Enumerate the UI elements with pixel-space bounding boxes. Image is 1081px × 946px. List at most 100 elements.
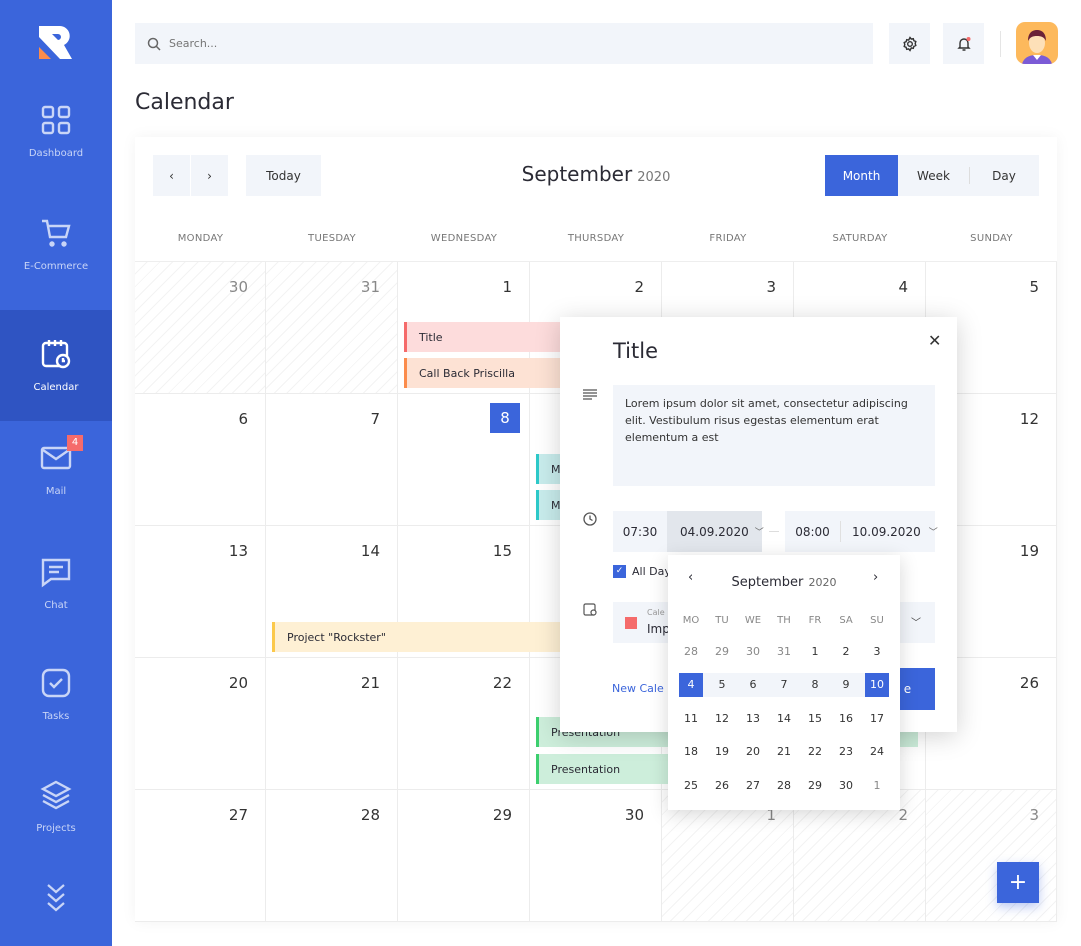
day-cell[interactable]: 31 bbox=[266, 262, 398, 394]
event[interactable]: Project "Rockster" bbox=[272, 622, 562, 652]
clock-icon bbox=[583, 512, 597, 526]
dp-day[interactable]: 27 bbox=[741, 773, 765, 797]
chevron-left-icon: ‹ bbox=[169, 168, 174, 183]
dp-day[interactable]: 28 bbox=[772, 773, 796, 797]
dp-day[interactable]: 29 bbox=[710, 639, 734, 663]
day-header: WEDNESDAY bbox=[398, 215, 530, 262]
day-cell[interactable]: 13 bbox=[135, 526, 266, 658]
day-header: SATURDAY bbox=[794, 215, 926, 262]
day-number: 5 bbox=[1029, 278, 1039, 296]
dp-day[interactable]: 15 bbox=[803, 706, 827, 730]
start-time-input[interactable]: 07:30 bbox=[613, 511, 667, 552]
calendar-icon bbox=[41, 340, 71, 369]
dp-day[interactable]: 18 bbox=[679, 740, 703, 764]
dp-day[interactable]: 24 bbox=[865, 740, 889, 764]
day-cell[interactable]: 21 bbox=[266, 658, 398, 790]
day-number: 27 bbox=[228, 806, 248, 824]
day-number: 12 bbox=[1019, 410, 1039, 428]
dp-day[interactable]: 8 bbox=[803, 673, 827, 697]
sidebar-item-mail[interactable]: 4 Mail bbox=[0, 413, 112, 525]
view-week-button[interactable]: Week bbox=[898, 155, 969, 196]
dp-day[interactable]: 1 bbox=[865, 773, 889, 797]
dp-day[interactable]: 20 bbox=[741, 740, 765, 764]
dp-day[interactable]: 30 bbox=[834, 773, 858, 797]
dp-day[interactable]: 5 bbox=[710, 673, 734, 697]
search-input[interactable] bbox=[169, 37, 769, 50]
event[interactable]: Presentation bbox=[536, 754, 676, 784]
dp-day[interactable]: 14 bbox=[772, 706, 796, 730]
day-cell[interactable]: 8 bbox=[398, 394, 530, 526]
dp-day[interactable]: 6 bbox=[741, 673, 765, 697]
avatar[interactable] bbox=[1016, 22, 1058, 64]
sidebar-item-label: E-Commerce bbox=[23, 260, 89, 272]
all-day-checkbox[interactable]: ✓ bbox=[613, 565, 626, 578]
dp-day[interactable]: 25 bbox=[679, 773, 703, 797]
day-cell[interactable]: 7 bbox=[266, 394, 398, 526]
dp-day[interactable]: 29 bbox=[803, 773, 827, 797]
day-cell[interactable]: 29 bbox=[398, 790, 530, 922]
event[interactable]: Call Back Priscilla bbox=[404, 358, 564, 388]
dp-day[interactable]: 2 bbox=[834, 639, 858, 663]
dp-next-button[interactable]: › bbox=[873, 570, 878, 585]
next-month-button[interactable]: › bbox=[191, 155, 228, 196]
chevrons-down-icon[interactable] bbox=[44, 882, 68, 914]
day-number: 1 bbox=[502, 278, 512, 296]
end-date-select[interactable]: 10.09.2020 ﹀ bbox=[852, 511, 938, 552]
settings-button[interactable] bbox=[889, 23, 930, 64]
dp-day[interactable]: 22 bbox=[803, 740, 827, 764]
dp-day[interactable]: 19 bbox=[710, 740, 734, 764]
dp-day[interactable]: 12 bbox=[710, 706, 734, 730]
sidebar-item-calendar[interactable]: Calendar bbox=[0, 310, 112, 421]
day-cell[interactable]: 20 bbox=[135, 658, 266, 790]
dp-day[interactable]: 21 bbox=[772, 740, 796, 764]
dp-weekday: WE bbox=[744, 615, 762, 626]
dp-day[interactable]: 26 bbox=[710, 773, 734, 797]
popup-title: Title bbox=[613, 339, 659, 363]
start-date-select[interactable]: 04.09.2020 ﹀ bbox=[667, 511, 764, 552]
view-day-button[interactable]: Day bbox=[969, 155, 1039, 196]
new-calendar-link[interactable]: New Cale bbox=[612, 682, 664, 695]
dp-day[interactable]: 13 bbox=[741, 706, 765, 730]
dp-day[interactable]: 10 bbox=[865, 672, 889, 697]
close-icon[interactable]: ✕ bbox=[928, 331, 941, 350]
day-cell[interactable]: 28 bbox=[266, 790, 398, 922]
dp-day[interactable]: 28 bbox=[679, 639, 703, 663]
prev-month-button[interactable]: ‹ bbox=[153, 155, 190, 196]
notifications-button[interactable] bbox=[943, 23, 984, 64]
dp-day[interactable]: 11 bbox=[679, 706, 703, 730]
dp-day[interactable]: 9 bbox=[834, 673, 858, 697]
start-date-value: 04.09.2020 bbox=[680, 524, 749, 539]
dp-day[interactable]: 30 bbox=[741, 639, 765, 663]
description-textarea[interactable]: Lorem ipsum dolor sit amet, consectetur … bbox=[613, 385, 935, 486]
day-cell[interactable]: 22 bbox=[398, 658, 530, 790]
day-cell[interactable]: 6 bbox=[135, 394, 266, 526]
dp-year: 2020 bbox=[808, 576, 837, 589]
day-cell[interactable]: 30 bbox=[530, 790, 662, 922]
chevron-down-icon: ﹀ bbox=[754, 528, 764, 538]
dp-day[interactable]: 16 bbox=[834, 706, 858, 730]
date-picker: ‹ September 2020 › MO TU WE TH FR SA SU 28 29 30 3… bbox=[668, 555, 900, 810]
dp-day[interactable]: 7 bbox=[772, 673, 796, 697]
event[interactable]: Title bbox=[404, 322, 564, 352]
sidebar-item-ecommerce[interactable]: E-Commerce bbox=[0, 188, 112, 300]
dp-day[interactable]: 17 bbox=[865, 706, 889, 730]
month-title: September 2020 bbox=[480, 162, 712, 186]
dp-day[interactable]: 4 bbox=[679, 672, 703, 697]
view-month-button[interactable]: Month bbox=[825, 155, 898, 196]
sidebar-item-tasks[interactable]: Tasks bbox=[0, 638, 112, 750]
sidebar-item-projects[interactable]: Projects bbox=[0, 750, 112, 862]
dp-day[interactable]: 1 bbox=[803, 639, 827, 663]
today-button[interactable]: Today bbox=[246, 155, 321, 196]
search-bar[interactable] bbox=[135, 23, 873, 64]
month-name: September bbox=[521, 162, 633, 186]
dp-day[interactable]: 31 bbox=[772, 639, 796, 663]
day-cell[interactable]: 30 bbox=[135, 262, 266, 394]
add-event-button[interactable]: + bbox=[997, 862, 1039, 903]
end-time-input[interactable]: 08:00 bbox=[785, 511, 840, 552]
sidebar-item-dashboard[interactable]: Dashboard bbox=[0, 75, 112, 187]
divider bbox=[1000, 31, 1001, 57]
sidebar-item-chat[interactable]: Chat bbox=[0, 527, 112, 639]
dp-day[interactable]: 23 bbox=[834, 740, 858, 764]
dp-day[interactable]: 3 bbox=[865, 639, 889, 663]
day-cell[interactable]: 27 bbox=[135, 790, 266, 922]
